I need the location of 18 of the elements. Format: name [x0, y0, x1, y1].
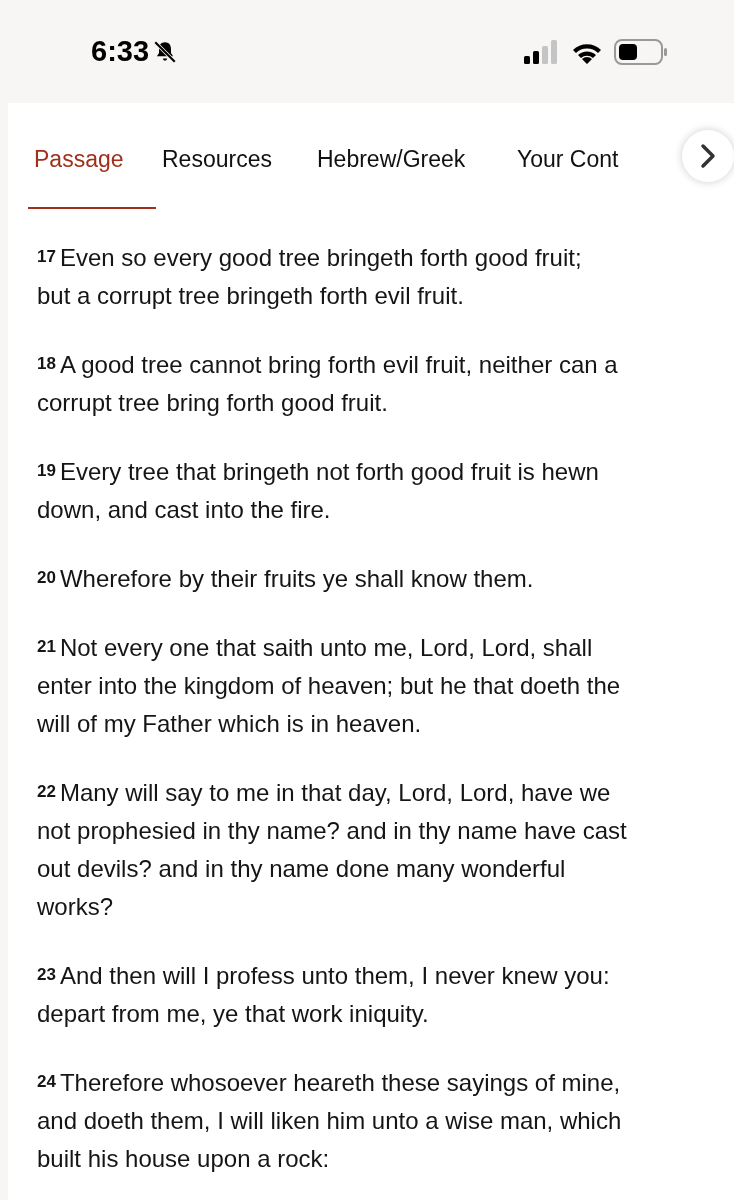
verse: $^{21}$ Not every one that saith unto me, Lord, Lord, shall enter into the kingdom of heaven; but he that doeth the will of my Father which is in heaven. [37, 633, 622, 739]
tab[interactable]: Hebrew/Greek [311, 103, 511, 209]
next-tabs-button[interactable] [682, 130, 734, 182]
verse: $^{23}$ And then will I profess unto them, I never knew you: depart from me, ye that work iniquity. [37, 961, 611, 1029]
bell-slash-icon [152, 38, 179, 65]
verse: $^{24}$ Therefore whosoever heareth these sayings of mine, and doeth them, I will liken him unto a wise man, which built his house upon a rock: [37, 1068, 623, 1174]
battery-icon [614, 38, 668, 65]
chevron-right-icon [700, 143, 716, 169]
verse: $^{18}$ A good tree cannot bring forth evil fruit, neither can a corrupt tree bring forth good fruit. [37, 350, 619, 418]
verse: $^{20}$ Wherefore by their fruits ye shall know them. [37, 564, 535, 594]
verse: $^{17}$ Even so every good tree bringeth forth good fruit; but a corrupt tree bringeth forth evil fruit. [37, 243, 583, 311]
verse: $^{19}$ Every tree that bringeth not forth good fruit is hewn down, and cast into the fire. [37, 457, 600, 525]
status-time: 6:33 [91, 33, 150, 69]
tab[interactable]: Resources [156, 103, 311, 209]
tab[interactable]: Passage [28, 103, 156, 209]
verse: $^{22}$ Many will say to me in that day, Lord, Lord, have we not prophesied in thy name? and in thy name have cast out devils? and in thy name done many wonderful works? [37, 778, 628, 922]
signal-icon [524, 39, 560, 64]
tab[interactable]: Your Cont [511, 103, 625, 209]
